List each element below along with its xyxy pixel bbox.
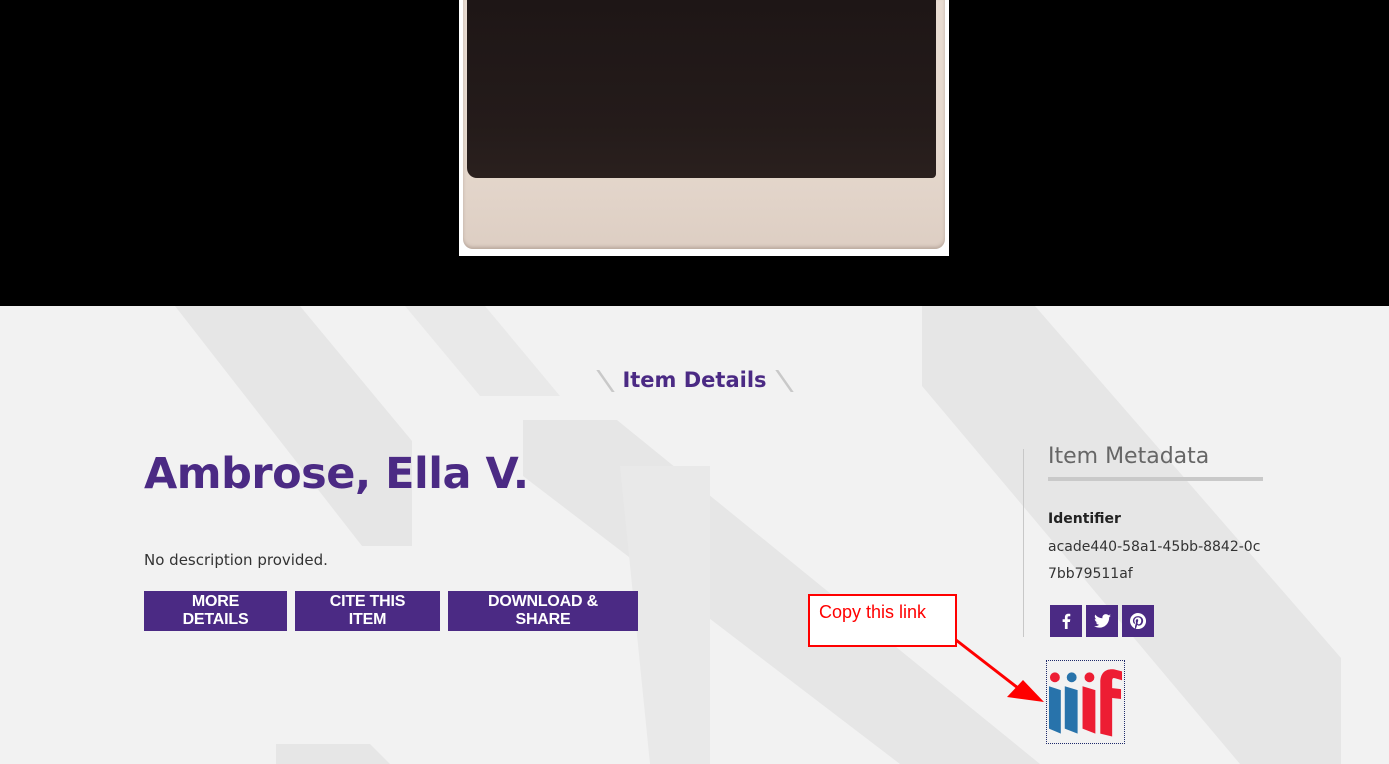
- identifier-value: acade440-58a1-45bb-8842-0c7bb79511af: [1048, 539, 1261, 582]
- cite-item-button[interactable]: CITE THIS ITEM: [295, 591, 440, 631]
- section-heading-text: Item Details: [622, 368, 767, 392]
- image-viewer: [0, 0, 1389, 306]
- download-share-button[interactable]: DOWNLOAD & SHARE: [448, 591, 638, 631]
- more-details-button[interactable]: MORE DETAILS: [144, 591, 287, 631]
- iiif-link[interactable]: [1046, 660, 1125, 744]
- facebook-icon: [1062, 613, 1071, 629]
- item-title: Ambrose, Ella V.: [144, 449, 529, 499]
- facebook-share-button[interactable]: [1050, 605, 1082, 637]
- twitter-share-button[interactable]: [1086, 605, 1118, 637]
- photo-image-area: [467, 0, 936, 178]
- item-details-section: Item Details Ambrose, Ella V. No descrip…: [0, 306, 1389, 764]
- identifier-label: Identifier: [1048, 511, 1121, 527]
- item-description: No description provided.: [144, 551, 328, 569]
- pinterest-share-button[interactable]: [1122, 605, 1154, 637]
- twitter-icon: [1093, 614, 1111, 628]
- annotation-callout: Copy this link: [808, 594, 957, 647]
- iiif-logo-icon: [1048, 669, 1123, 737]
- item-photo[interactable]: [459, 0, 949, 256]
- pinterest-icon: [1130, 613, 1146, 629]
- action-buttons: MORE DETAILS CITE THIS ITEM DOWNLOAD & S…: [144, 591, 638, 631]
- heading-slash-right: [777, 370, 791, 392]
- metadata-heading: Item Metadata: [1048, 444, 1263, 481]
- section-heading: Item Details: [0, 368, 1389, 392]
- heading-slash-left: [598, 370, 612, 392]
- annotation-arrow: [955, 638, 1044, 702]
- social-share-buttons: [1050, 605, 1154, 637]
- metadata-divider: [1023, 449, 1024, 637]
